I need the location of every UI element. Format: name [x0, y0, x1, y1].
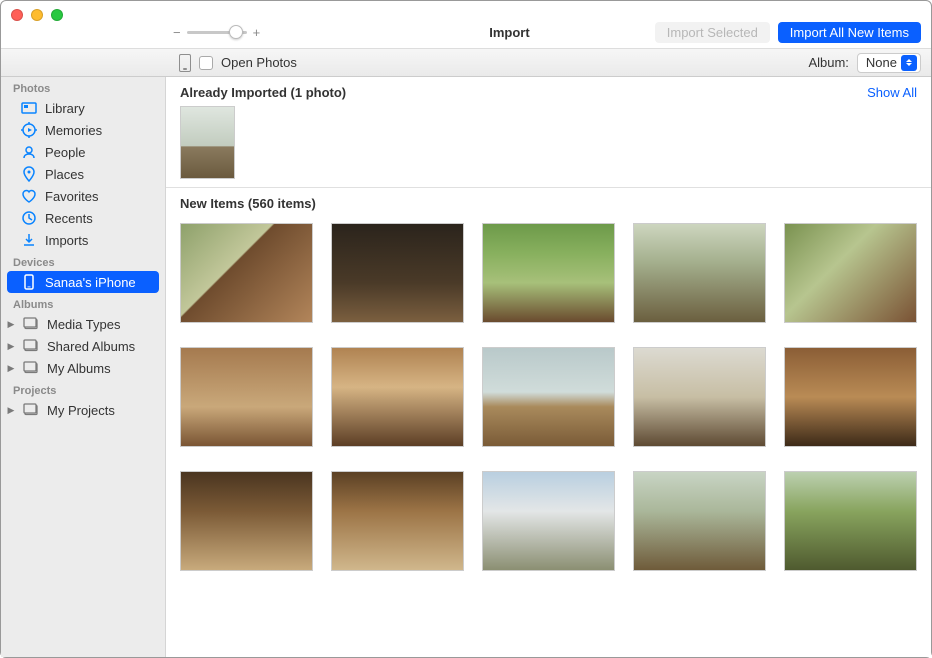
sidebar-item-people[interactable]: People: [1, 141, 165, 163]
sidebar-item-library[interactable]: Library: [1, 97, 165, 119]
sidebar-item-label: Favorites: [45, 189, 98, 204]
sidebar-item-label: Library: [45, 101, 85, 116]
heart-icon: [21, 188, 37, 204]
sidebar-item-imports[interactable]: Imports: [1, 229, 165, 251]
new-items-header: New Items (560 items): [180, 196, 316, 211]
album-select-value: None: [866, 55, 897, 70]
sidebar-item-label: Memories: [45, 123, 102, 138]
sidebar-item-my-projects[interactable]: ▶ My Projects: [1, 399, 165, 421]
chevron-right-icon[interactable]: ▶: [7, 319, 15, 330]
photo-thumbnail[interactable]: [482, 347, 615, 447]
new-items-grid: [166, 217, 931, 570]
titlebar: [1, 1, 931, 17]
clock-icon: [21, 210, 37, 226]
chevron-right-icon[interactable]: ▶: [7, 341, 15, 352]
sidebar-item-label: Media Types: [47, 317, 120, 332]
import-selected-button[interactable]: Import Selected: [655, 22, 770, 43]
sidebar-item-places[interactable]: Places: [1, 163, 165, 185]
memories-icon: [21, 122, 37, 138]
import-content: Already Imported (1 photo) Show All New …: [166, 77, 931, 657]
sidebar-item-media-types[interactable]: ▶ Media Types: [1, 313, 165, 335]
photo-thumbnail[interactable]: [482, 471, 615, 571]
sidebar-item-label: People: [45, 145, 85, 160]
sidebar-item-label: Recents: [45, 211, 93, 226]
folder-icon: [23, 338, 39, 354]
photo-thumbnail[interactable]: [180, 223, 313, 323]
sidebar-item-my-albums[interactable]: ▶ My Albums: [1, 357, 165, 379]
sidebar-section-devices: Devices: [1, 251, 165, 271]
sidebar-item-favorites[interactable]: Favorites: [1, 185, 165, 207]
photo-thumbnail[interactable]: [180, 347, 313, 447]
sidebar-item-label: My Projects: [47, 403, 115, 418]
photo-thumbnail[interactable]: [331, 471, 464, 571]
photo-thumbnail[interactable]: [633, 223, 766, 323]
show-all-link[interactable]: Show All: [867, 85, 917, 100]
sidebar-section-photos: Photos: [1, 77, 165, 97]
folder-icon: [23, 402, 39, 418]
already-imported-header: Already Imported (1 photo): [180, 85, 346, 100]
photo-thumbnail[interactable]: [482, 223, 615, 323]
sidebar-section-albums: Albums: [1, 293, 165, 313]
device-icon: [179, 54, 191, 72]
places-icon: [21, 166, 37, 182]
chevron-updown-icon: [901, 55, 917, 71]
zoom-out-icon: −: [173, 25, 181, 40]
photo-thumbnail[interactable]: [784, 223, 917, 323]
toolbar: − + Import Import Selected Import All Ne…: [1, 17, 931, 49]
photo-thumbnail[interactable]: [784, 471, 917, 571]
open-photos-label: Open Photos: [221, 55, 297, 70]
sidebar-item-label: Imports: [45, 233, 88, 248]
sidebar-item-recents[interactable]: Recents: [1, 207, 165, 229]
photo-thumbnail[interactable]: [180, 106, 235, 179]
thumbnail-size-slider[interactable]: − +: [173, 25, 260, 40]
photo-thumbnail[interactable]: [331, 223, 464, 323]
import-all-button[interactable]: Import All New Items: [778, 22, 921, 43]
people-icon: [21, 144, 37, 160]
photo-thumbnail[interactable]: [331, 347, 464, 447]
photo-thumbnail[interactable]: [180, 471, 313, 571]
sidebar-section-projects: Projects: [1, 379, 165, 399]
download-icon: [21, 232, 37, 248]
album-label: Album:: [808, 55, 848, 70]
open-photos-checkbox[interactable]: [199, 56, 213, 70]
import-options-bar: Open Photos Album: None: [1, 49, 931, 77]
sidebar-item-label: Sanaa's iPhone: [45, 275, 136, 290]
slider-knob[interactable]: [229, 25, 243, 39]
slider-track[interactable]: [187, 31, 247, 34]
chevron-right-icon[interactable]: ▶: [7, 363, 15, 374]
phone-icon: [21, 274, 37, 290]
zoom-in-icon: +: [253, 25, 261, 40]
sidebar-item-memories[interactable]: Memories: [1, 119, 165, 141]
sidebar-item-label: Places: [45, 167, 84, 182]
folder-icon: [23, 316, 39, 332]
library-icon: [21, 100, 37, 116]
sidebar-item-label: My Albums: [47, 361, 111, 376]
sidebar-item-label: Shared Albums: [47, 339, 135, 354]
album-select[interactable]: None: [857, 53, 921, 73]
sidebar: Photos Library Memories People: [1, 77, 166, 657]
chevron-right-icon[interactable]: ▶: [7, 405, 15, 416]
photo-thumbnail[interactable]: [633, 347, 766, 447]
sidebar-item-shared-albums[interactable]: ▶ Shared Albums: [1, 335, 165, 357]
photo-thumbnail[interactable]: [633, 471, 766, 571]
folder-icon: [23, 360, 39, 376]
photo-thumbnail[interactable]: [784, 347, 917, 447]
window-title: Import: [372, 25, 647, 40]
sidebar-item-device-iphone[interactable]: Sanaa's iPhone: [7, 271, 159, 293]
